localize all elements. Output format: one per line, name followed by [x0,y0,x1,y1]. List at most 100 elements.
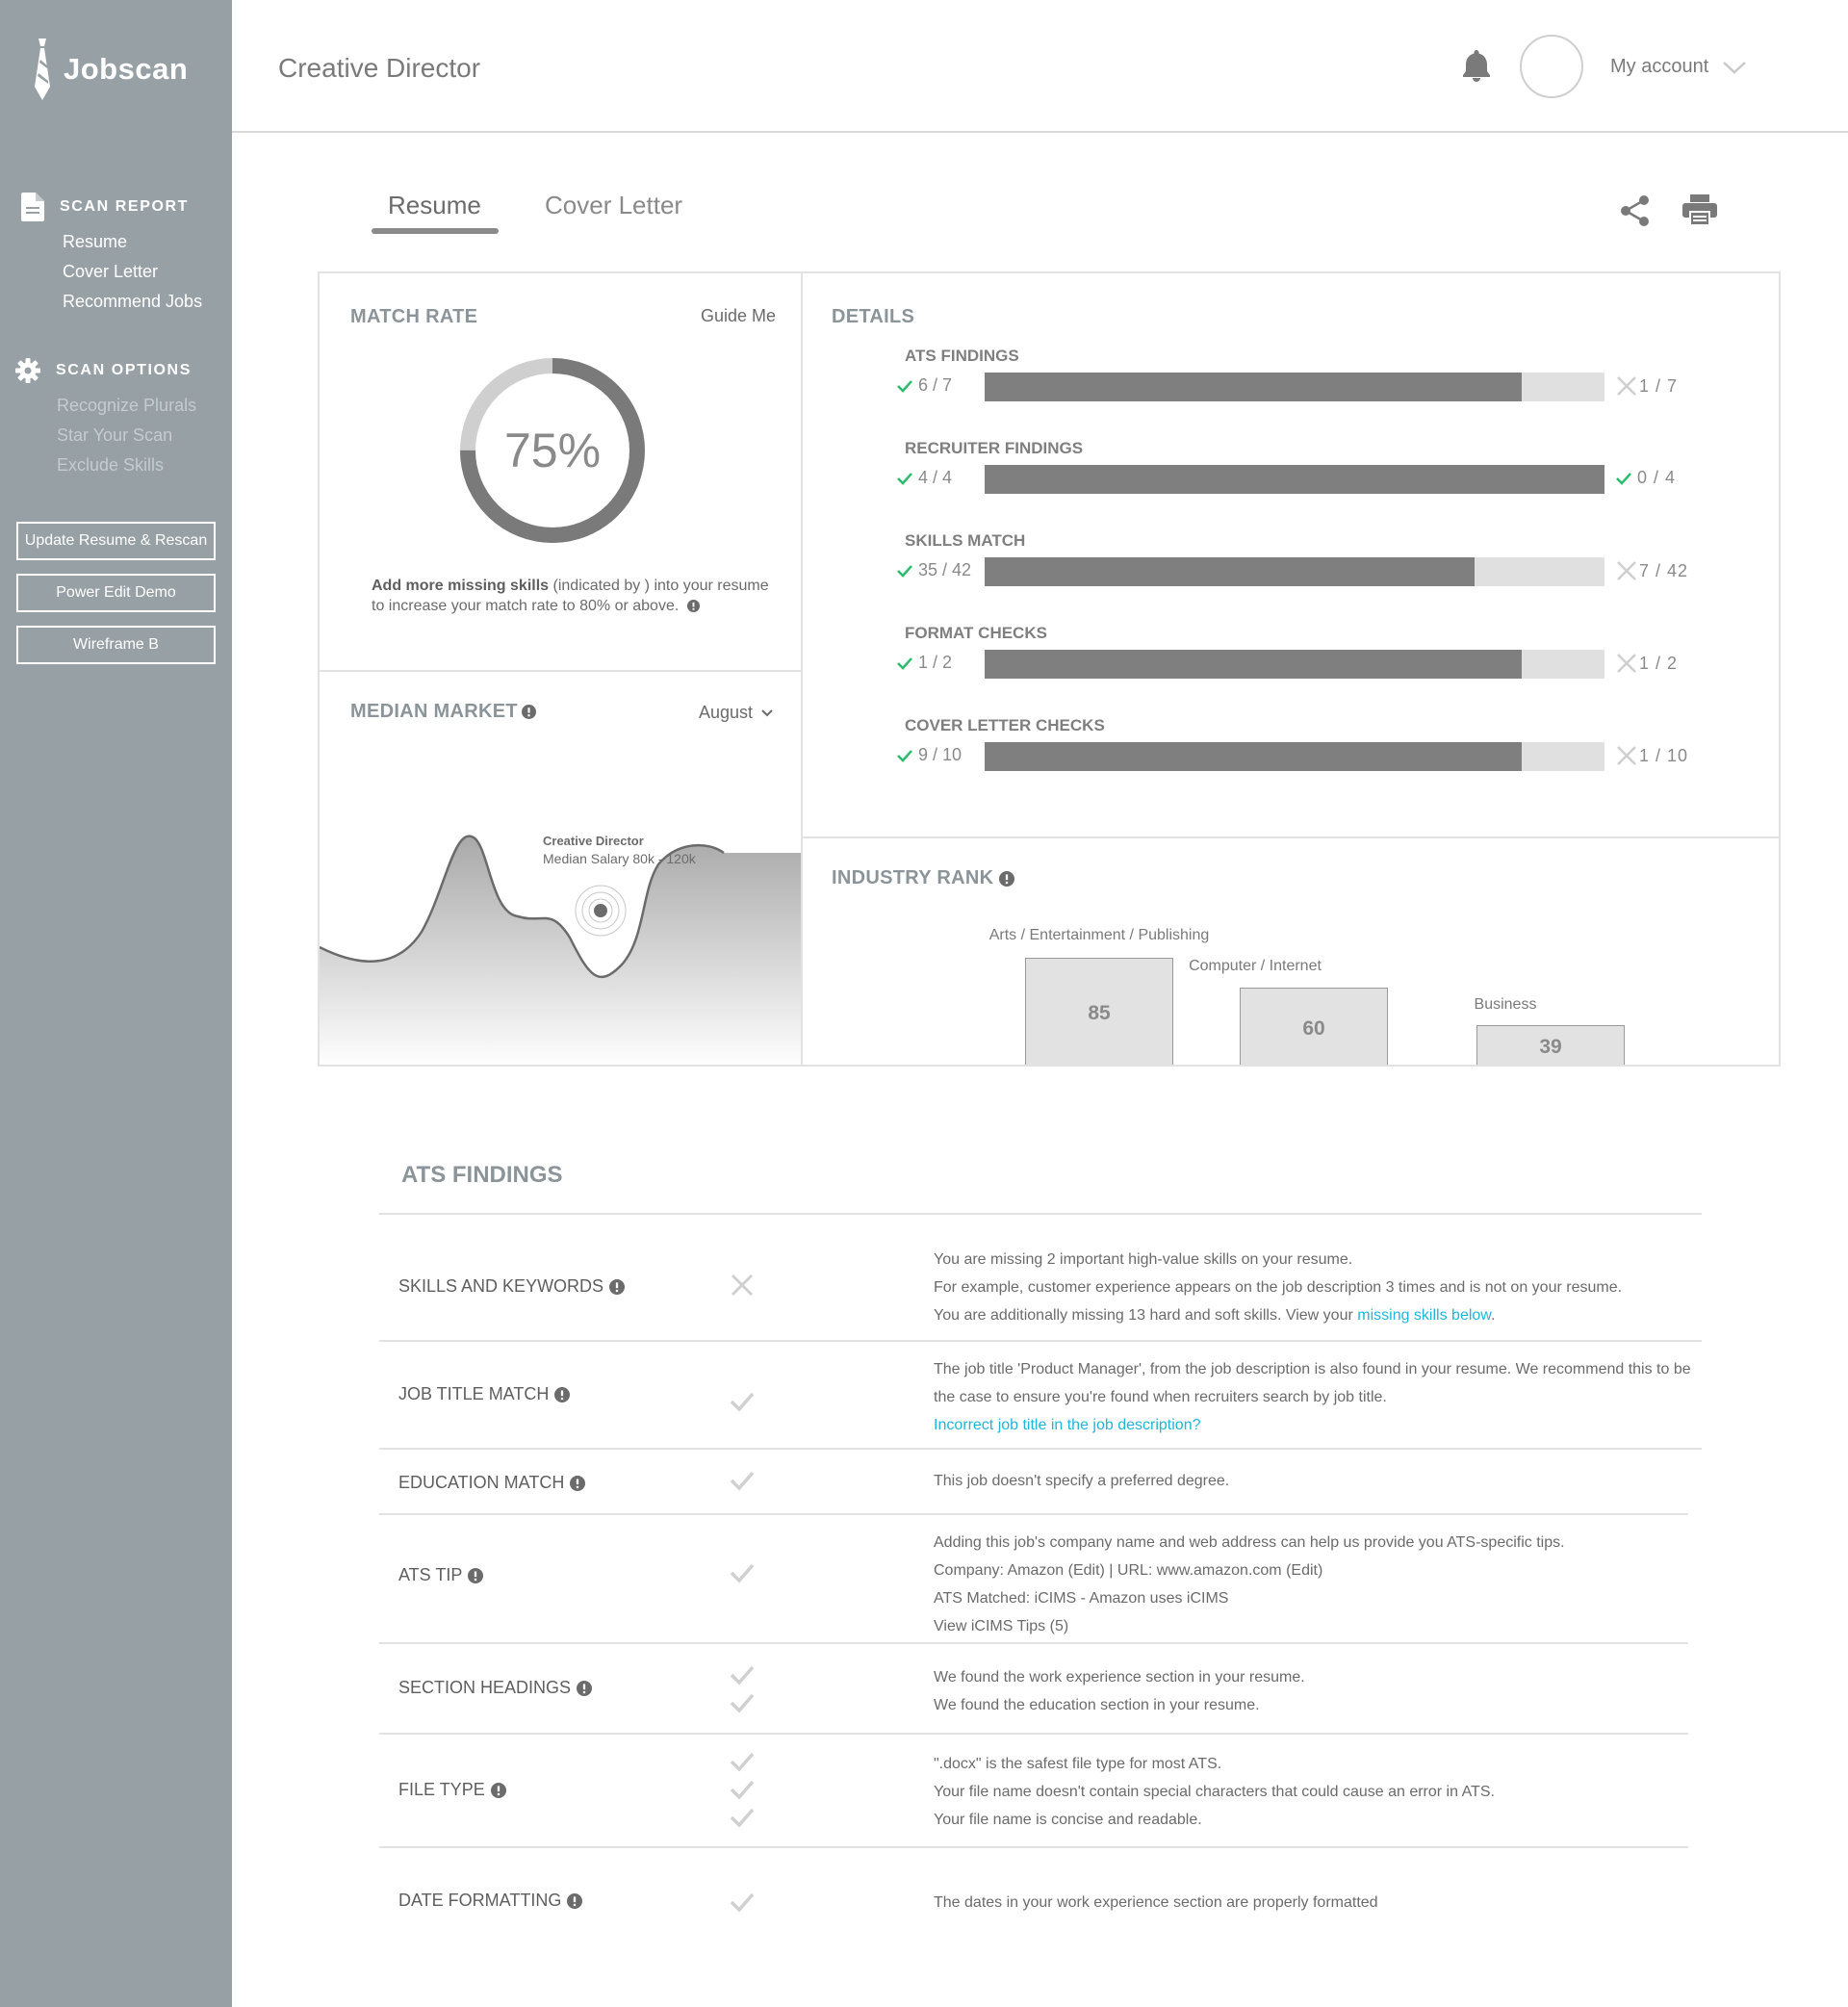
metric-label: RECRUITER FINDINGS [905,439,1084,457]
ats-description-line: ATS Matched: iCIMS - Amazon uses iCIMS [934,1590,1229,1607]
check-icon [897,379,912,393]
salary-distribution-chart [320,835,801,1065]
distribution-area [320,836,801,1065]
ats-row: ATS TIP Adding this job's company name an… [379,1515,1688,1644]
ats-row-label: ATS TIP [398,1565,463,1584]
top-bar: Creative Director My account [232,0,1848,133]
tab-resume[interactable]: Resume [388,191,481,220]
missing-skills-link[interactable]: missing skills below [1357,1307,1491,1324]
check-icon [897,564,912,578]
check-icon [730,1752,755,1772]
check-icon [730,1392,755,1412]
ats-row-label: SKILLS AND KEYWORDS [398,1276,604,1296]
check-icon [897,749,912,762]
ats-row-status [730,1273,755,1298]
print-icon[interactable] [1682,194,1717,225]
info-icon[interactable] [609,1278,626,1295]
ats-row-description: ".docx" is the safest file type for most… [934,1750,1495,1834]
ats-description-line: We found the work experience section in … [934,1669,1305,1685]
gear-icon [15,358,40,383]
metric-progress-bar [985,373,1604,401]
ats-row: JOB TITLE MATCH The job title 'Product Ma… [379,1342,1702,1450]
active-tab-indicator [372,228,499,234]
salary-marker-dot [594,904,607,917]
ats-description-line: Adding this job's company name and web a… [934,1534,1565,1551]
median-market-panel: MEDIAN MARKET August Creative Director M… [318,670,803,1067]
info-icon[interactable] [570,1475,586,1491]
match-rate-percent: 75% [503,424,602,477]
tooltip-value: Median Salary 80k - 120k [543,851,696,866]
info-icon[interactable] [577,1680,593,1696]
ats-row-name: FILE TYPE [398,1780,506,1800]
ats-row-description: The dates in your work experience sectio… [934,1889,1378,1917]
ats-description-line: Company: Amazon (Edit) | URL: www.amazon… [934,1562,1323,1579]
info-icon[interactable] [686,600,700,612]
metric-passed-value: 6 / 7 [918,375,953,395]
my-account-label: My account [1610,56,1709,77]
metric-label: FORMAT CHECKS [905,624,1047,642]
sidebar-item-exclude-skills[interactable]: Exclude Skills [57,455,164,476]
ats-row-status [730,1469,755,1497]
match-rate-title: MATCH RATE [350,306,478,327]
share-icon[interactable] [1620,194,1651,227]
ats-row-name: ATS TIP [398,1565,484,1585]
check-icon [730,1471,755,1491]
match-rate-panel: MATCH RATE Guide Me 75% Add more missing… [318,271,803,672]
ats-description-line: Your file name doesn't contain special c… [934,1784,1495,1800]
metric-progress-fill [985,373,1522,401]
incorrect-job-title-link[interactable]: Incorrect job title in the job descripti… [934,1411,1691,1439]
metric-failed-value: 7 / 42 [1639,560,1689,580]
sidebar-item-recommend-jobs[interactable]: Recommend Jobs [63,292,202,312]
tab-cover-letter[interactable]: Cover Letter [545,191,682,220]
info-icon[interactable] [554,1386,571,1402]
sidebar-item-star-your-scan[interactable]: Star Your Scan [57,425,172,446]
industry-label-business: Business [1474,996,1537,1013]
ats-description-line: We found the education section in your r… [934,1697,1260,1713]
check-icon [897,656,912,670]
metric-progress-bar [985,465,1604,494]
metric-failed-value: 1 / 7 [1639,375,1679,396]
info-icon[interactable] [567,1892,583,1909]
wireframe-b-button[interactable]: Wireframe B [16,626,216,664]
industry-label-computer: Computer / Internet [1189,958,1322,974]
ats-row: FILE TYPE ".docx" is the safest file type… [379,1735,1688,1848]
metric-failed-value: 1 / 2 [1639,653,1679,673]
bell-icon[interactable] [1461,48,1492,83]
ats-row: SKILLS AND KEYWORDS You are missing 2 imp… [379,1215,1702,1342]
metric-passed: 6 / 7 [897,375,952,396]
page-title: Creative Director [278,53,481,83]
check-icon [1616,472,1631,485]
check-icon [730,1808,755,1828]
avatar[interactable] [1520,35,1583,98]
metric-failed: 1 / 2 [1616,653,1678,674]
ats-description-line: the case to ensure you're found when rec… [934,1389,1387,1405]
ats-row: SECTION HEADINGS We found the work experi… [379,1644,1688,1735]
ats-row: DATE FORMATTING The dates in your work ex… [379,1848,1688,1944]
scan-options-heading: SCAN OPTIONS [15,358,192,383]
ats-row-description: The job title 'Product Manager', from th… [934,1355,1691,1439]
ats-row-name: EDUCATION MATCH [398,1473,586,1493]
sidebar-item-cover-letter[interactable]: Cover Letter [63,262,158,282]
chevron-down-icon [1723,61,1747,74]
check-icon [897,472,912,485]
ats-row-name: JOB TITLE MATCH [398,1384,571,1404]
sidebar-item-resume[interactable]: Resume [63,232,127,252]
info-icon[interactable] [490,1782,506,1798]
power-edit-demo-button[interactable]: Power Edit Demo [16,574,216,612]
guide-me-link[interactable]: Guide Me [701,306,776,326]
logo[interactable]: Jobscan [31,39,188,100]
update-resume-rescan-button[interactable]: Update Resume & Rescan [16,522,216,560]
ats-description-line: For example, customer experience appears… [934,1279,1623,1296]
my-account-menu[interactable]: My account [1610,56,1747,78]
metric-label: COVER LETTER CHECKS [905,716,1105,734]
check-icon [730,1693,755,1713]
metric-passed-value: 4 / 4 [918,468,953,487]
ats-row-status [730,1891,755,1918]
scan-report-label: SCAN REPORT [60,198,190,215]
sidebar-item-recognize-plurals[interactable]: Recognize Plurals [57,396,196,416]
ats-row-label: SECTION HEADINGS [398,1678,572,1697]
hint-bold: Add more missing skills [372,578,550,594]
metric-progress-fill [985,650,1522,679]
info-icon[interactable] [999,870,1015,887]
info-icon[interactable] [468,1567,484,1583]
